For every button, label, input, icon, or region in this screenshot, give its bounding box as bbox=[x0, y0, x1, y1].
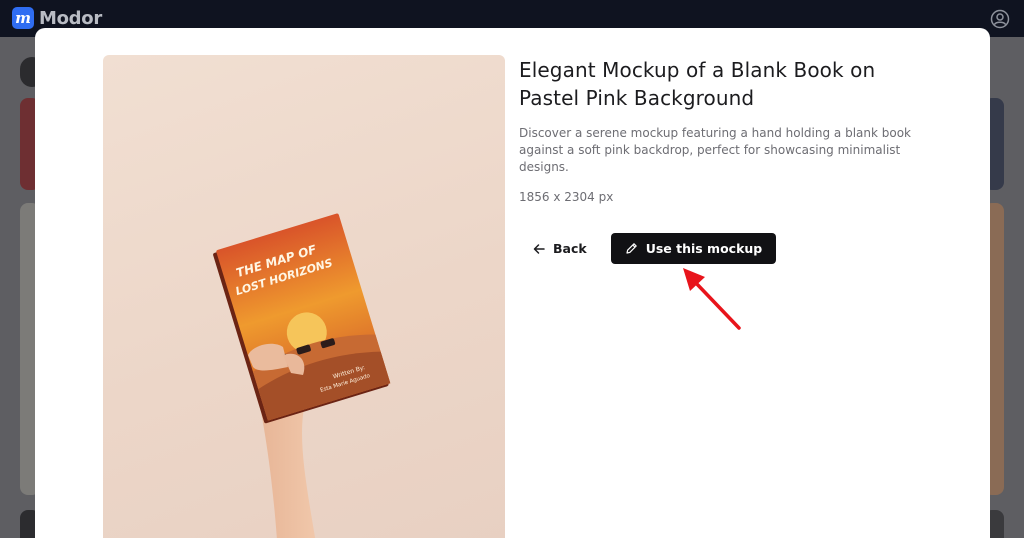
back-button-label: Back bbox=[553, 241, 587, 256]
back-button[interactable]: Back bbox=[519, 234, 599, 264]
mockup-preview-image: THE MAP OF LOST HORIZONS Written By: Est… bbox=[103, 55, 505, 538]
app-logo[interactable]: m Modor bbox=[12, 7, 102, 29]
mockup-info: Elegant Mockup of a Blank Book on Pastel… bbox=[519, 56, 919, 204]
mockup-dimensions: 1856 x 2304 px bbox=[519, 190, 614, 204]
annotation-arrow-icon bbox=[683, 268, 741, 330]
use-this-mockup-label: Use this mockup bbox=[645, 241, 763, 256]
pencil-icon bbox=[626, 243, 637, 254]
mockup-detail-modal: THE MAP OF LOST HORIZONS Written By: Est… bbox=[35, 28, 990, 538]
mockup-description: Discover a serene mockup featuring a han… bbox=[519, 126, 912, 174]
app-name: Modor bbox=[39, 7, 102, 29]
mockup-title: Elegant Mockup of a Blank Book on Pastel… bbox=[519, 58, 876, 110]
user-circle-icon[interactable] bbox=[990, 9, 1010, 29]
logo-mark: m bbox=[12, 7, 34, 29]
book-mockup-illustration: THE MAP OF LOST HORIZONS Written By: Est… bbox=[213, 213, 391, 538]
arrow-left-icon bbox=[533, 243, 545, 254]
